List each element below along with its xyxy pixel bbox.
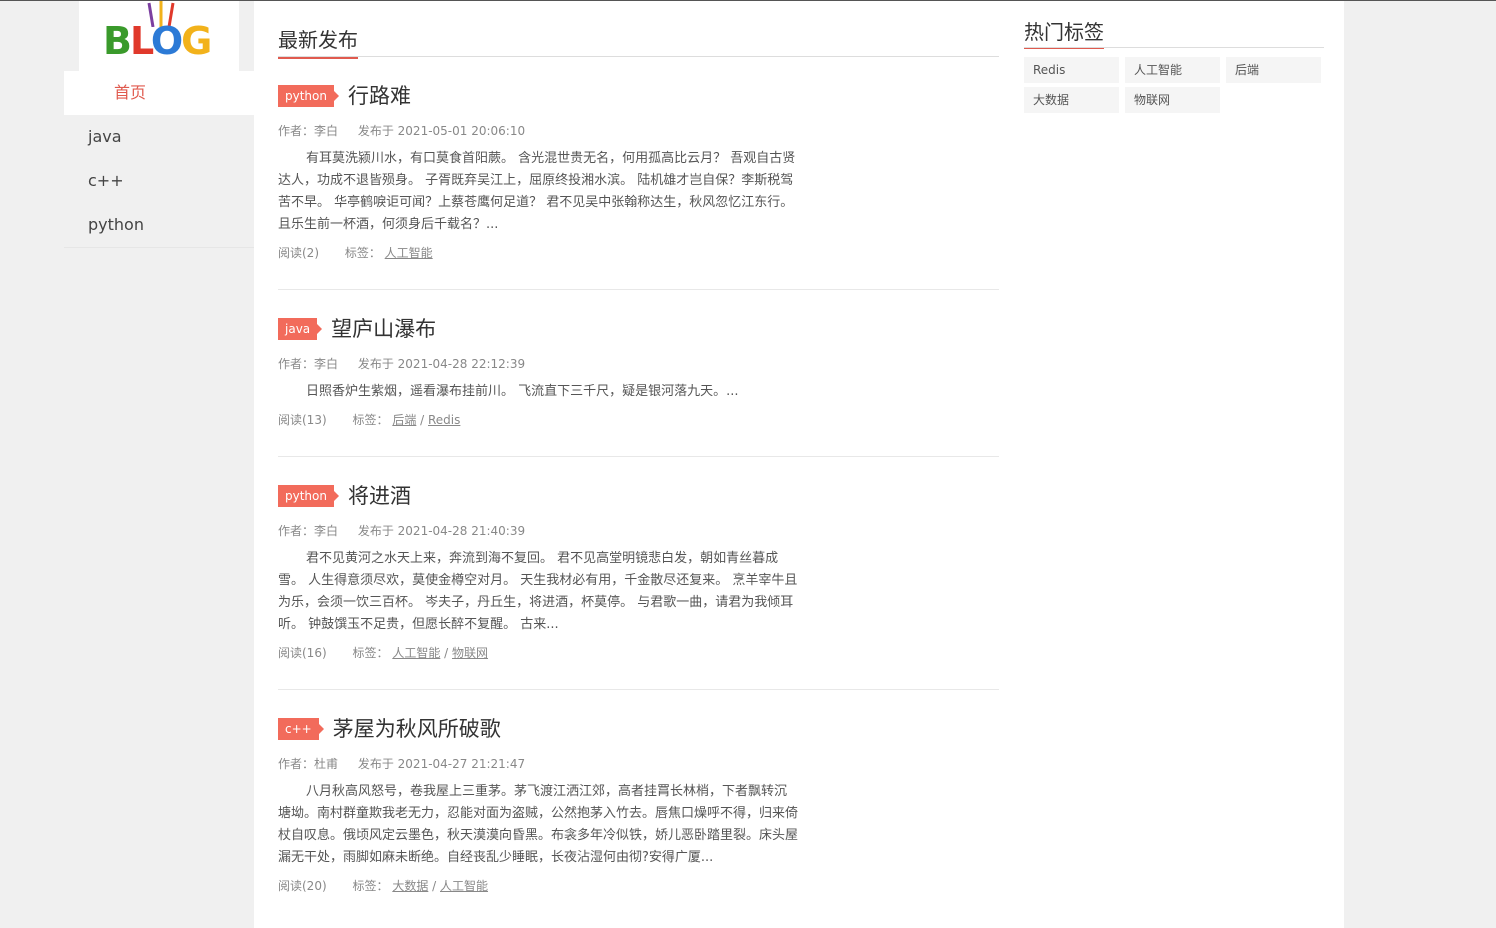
article-title[interactable]: 望庐山瀑布 xyxy=(331,315,436,343)
blog-logo: BLOG xyxy=(103,19,212,63)
article-title[interactable]: 茅屋为秋风所破歌 xyxy=(333,715,501,743)
nav-item-java[interactable]: java xyxy=(64,115,254,159)
nav-item-cpp[interactable]: c++ xyxy=(64,159,254,203)
section-title: 最新发布 xyxy=(278,27,358,59)
article-excerpt: 八月秋高风怒号，卷我屋上三重茅。茅飞渡江洒江郊，高者挂罥长林梢，下者飘转沉塘坳。… xyxy=(278,784,799,865)
category-badge[interactable]: python xyxy=(278,485,339,507)
article-divider xyxy=(278,689,999,690)
sidebar: BLOG 首页 java c++ python xyxy=(64,1,254,928)
article-item: java 望庐山瀑布 作者：李白 发布于 2021-04-28 22:12:39… xyxy=(278,315,999,429)
article-footer: 阅读(16) 标签： 人工智能 / 物联网 xyxy=(278,646,489,660)
category-badge[interactable]: python xyxy=(278,85,339,107)
article-date: 发布于 2021-04-28 22:12:39 xyxy=(357,357,526,371)
article-title[interactable]: 行路难 xyxy=(348,82,411,110)
article-title[interactable]: 将进酒 xyxy=(348,482,411,510)
hot-tag-backend[interactable]: 后端 xyxy=(1226,57,1321,83)
article-date: 发布于 2021-05-01 20:06:10 xyxy=(357,124,526,138)
article-footer: 阅读(20) 标签： 大数据 / 人工智能 xyxy=(278,879,489,893)
read-count: 阅读(13) xyxy=(278,413,327,427)
hot-tags-title: 热门标签 xyxy=(1024,19,1104,49)
main-nav: 首页 java c++ python xyxy=(64,71,254,248)
tag-link[interactable]: 后端 xyxy=(392,413,416,427)
article-footer: 阅读(13) 标签： 后端 / Redis xyxy=(278,413,461,427)
article-divider xyxy=(278,289,999,290)
article-meta: 作者：杜甫 发布于 2021-04-27 21:21:47 xyxy=(278,755,999,773)
article-meta: 作者：李白 发布于 2021-04-28 22:12:39 xyxy=(278,355,999,373)
article-excerpt: 君不见黄河之水天上来，奔流到海不复回。 君不见高堂明镜悲白发，朝如青丝暮成雪。 … xyxy=(278,551,798,632)
tag-link[interactable]: 物联网 xyxy=(452,646,488,660)
article-meta: 作者：李白 发布于 2021-05-01 20:06:10 xyxy=(278,122,999,140)
article-date: 发布于 2021-04-27 21:21:47 xyxy=(357,757,526,771)
article-item: c++ 茅屋为秋风所破歌 作者：杜甫 发布于 2021-04-27 21:21:… xyxy=(278,715,999,895)
read-count: 阅读(20) xyxy=(278,879,327,893)
article-footer: 阅读(2) 标签： 人工智能 xyxy=(278,244,999,262)
nav-item-python[interactable]: python xyxy=(64,203,254,247)
article-date: 发布于 2021-04-28 21:40:39 xyxy=(357,524,526,538)
tags-label: 标签： xyxy=(344,246,381,260)
hot-tag-ai[interactable]: 人工智能 xyxy=(1125,57,1220,83)
tags-label: 标签： xyxy=(352,879,389,893)
article-author: 作者：李白 xyxy=(278,357,339,371)
article-excerpt: 日照香炉生紫烟，遥看瀑布挂前川。 飞流直下三千尺，疑是银河落九天。... xyxy=(306,384,739,399)
hot-tag-bigdata[interactable]: 大数据 xyxy=(1024,87,1119,113)
category-badge[interactable]: java xyxy=(278,318,323,340)
read-count: 阅读(16) xyxy=(278,646,327,660)
tags-label: 标签： xyxy=(352,646,389,660)
tag-link[interactable]: Redis xyxy=(428,413,460,427)
article-author: 作者：李白 xyxy=(278,524,339,538)
tag-link[interactable]: 人工智能 xyxy=(440,879,488,893)
tag-link[interactable]: 大数据 xyxy=(392,879,428,893)
main-content: 最新发布 python 行路难 作者：李白 发布于 2021-05-01 20:… xyxy=(254,1,1344,928)
category-badge[interactable]: c++ xyxy=(278,718,324,740)
article-author: 作者：李白 xyxy=(278,124,339,138)
hot-tags-divider xyxy=(1024,47,1324,48)
hot-tag-redis[interactable]: Redis xyxy=(1024,57,1119,83)
tag-link[interactable]: 人工智能 xyxy=(392,646,440,660)
article-item: python 行路难 作者：李白 发布于 2021-05-01 20:06:10… xyxy=(278,82,999,262)
nav-divider xyxy=(64,247,254,248)
article-excerpt: 有耳莫洗颍川水，有口莫食首阳蕨。 含光混世贵无名，何用孤高比云月？ 吾观自古贤达… xyxy=(278,151,796,232)
article-author: 作者：杜甫 xyxy=(278,757,339,771)
nav-item-home[interactable]: 首页 xyxy=(64,71,254,115)
hot-tag-iot[interactable]: 物联网 xyxy=(1125,87,1220,113)
article-meta: 作者：李白 发布于 2021-04-28 21:40:39 xyxy=(278,522,999,540)
read-count: 阅读(2) xyxy=(278,246,319,260)
logo-container[interactable]: BLOG xyxy=(79,1,239,71)
tag-link[interactable]: 人工智能 xyxy=(385,246,433,260)
article-divider xyxy=(278,456,999,457)
article-item: python 将进酒 作者：李白 发布于 2021-04-28 21:40:39… xyxy=(278,482,999,662)
section-divider xyxy=(278,56,999,57)
tags-label: 标签： xyxy=(352,413,389,427)
